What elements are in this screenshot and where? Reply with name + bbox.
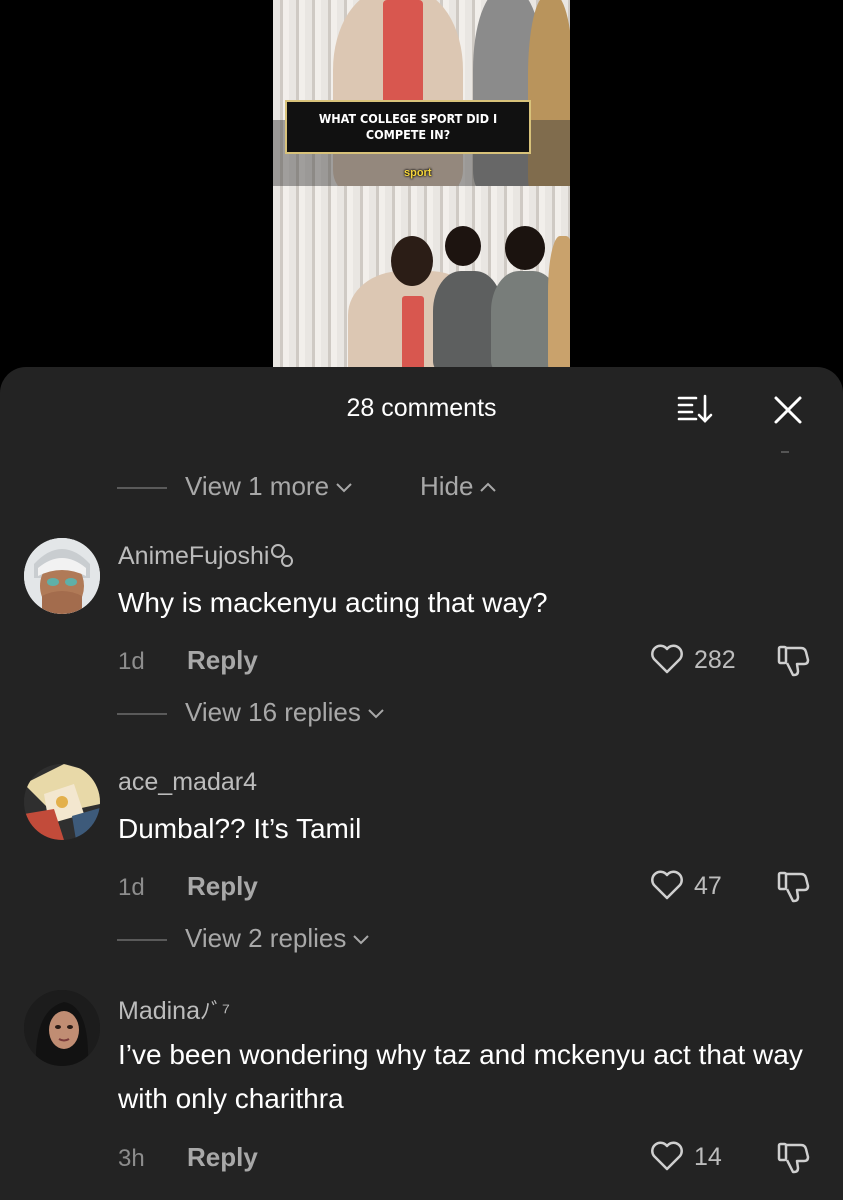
avatar[interactable] — [24, 764, 100, 840]
dislike-icon[interactable] — [775, 1139, 811, 1175]
view-replies-label: View 16 replies — [185, 697, 361, 727]
view-replies-label: View 2 replies — [185, 923, 347, 953]
like-count: 282 — [694, 646, 736, 674]
heart-icon[interactable] — [650, 870, 684, 900]
hide-button[interactable]: Hide — [420, 471, 497, 502]
chevron-down-icon — [336, 482, 352, 492]
sort-icon[interactable] — [676, 393, 718, 425]
bubbles-icon — [271, 544, 294, 567]
view-more-label: View 1 more — [185, 471, 330, 501]
heart-icon[interactable] — [650, 644, 684, 674]
video-frame-top: WHAT COLLEGE SPORT DID I COMPETE IN? spo… — [273, 0, 570, 186]
avatar[interactable] — [24, 990, 100, 1066]
comment-text: Dumbal?? It’s Tamil — [118, 813, 362, 844]
hide-label: Hide — [420, 471, 474, 501]
avatar-image — [24, 538, 100, 614]
comment-time: 1d — [118, 874, 145, 901]
like-count: 14 — [694, 1143, 722, 1171]
reply-button[interactable]: Reply — [187, 645, 258, 676]
view-more-button[interactable]: View 1 more — [185, 471, 353, 502]
comment-time: 3h — [118, 1145, 145, 1172]
chevron-down-icon — [353, 934, 370, 944]
video-caption: WHAT COLLEGE SPORT DID I COMPETE IN? — [285, 100, 531, 154]
comment-username[interactable]: ace_madar4 — [118, 768, 257, 797]
avatar[interactable] — [24, 538, 100, 614]
dislike-icon[interactable] — [775, 868, 811, 904]
avatar-image — [24, 764, 100, 840]
view-replies-button[interactable]: View 16 replies — [185, 697, 385, 728]
dislike-icon[interactable] — [775, 642, 811, 678]
video-frame-bottom — [273, 186, 570, 370]
thread-line — [117, 939, 167, 941]
video-preview[interactable]: WHAT COLLEGE SPORT DID I COMPETE IN? spo… — [273, 0, 570, 370]
thread-line — [117, 487, 167, 489]
comment-text: I’ve been wondering why taz and mckenyu … — [118, 1039, 803, 1114]
comment-time: 1d — [118, 648, 145, 675]
comment-username[interactable]: AnimeFujoshi — [118, 542, 295, 571]
reply-button[interactable]: Reply — [187, 871, 258, 902]
view-replies-button[interactable]: View 2 replies — [185, 923, 370, 954]
like-count: 47 — [694, 872, 722, 900]
reply-button[interactable]: Reply — [187, 1142, 258, 1173]
heart-icon[interactable] — [650, 1141, 684, 1171]
comments-sheet: 28 comments View 1 more Hide AnimeFujosh… — [0, 367, 843, 1200]
divider-mark — [781, 451, 789, 453]
avatar-image — [24, 990, 100, 1066]
video-subtitle: sport — [404, 167, 432, 179]
close-icon[interactable] — [770, 392, 806, 428]
thread-line — [117, 713, 167, 715]
chevron-up-icon — [480, 482, 497, 492]
chevron-down-icon — [368, 708, 384, 718]
comment-text: Why is mackenyu acting that way? — [118, 587, 548, 618]
comment-username[interactable]: Madinaﾉﾞ⁷ — [118, 994, 230, 1026]
